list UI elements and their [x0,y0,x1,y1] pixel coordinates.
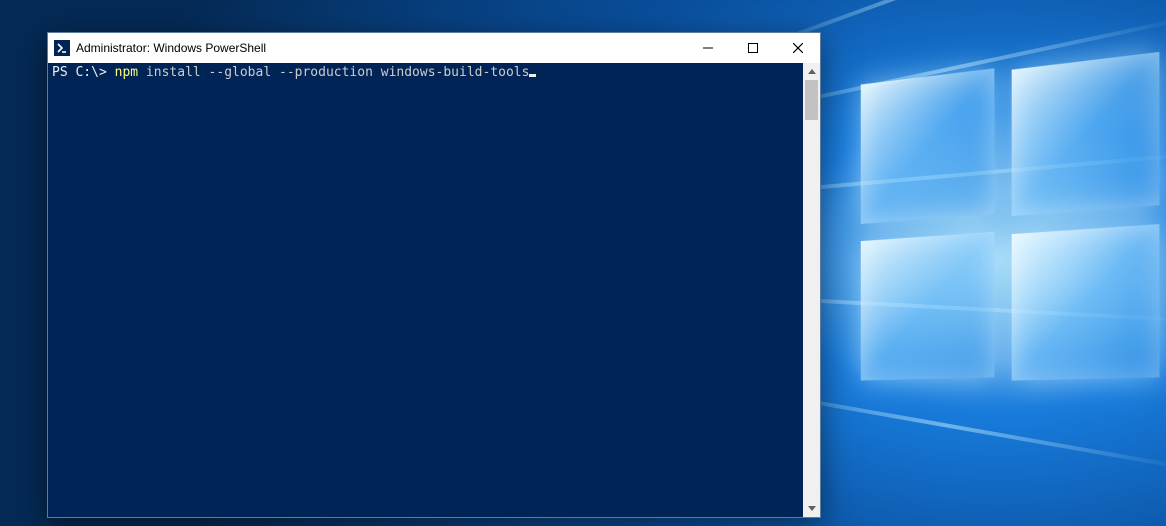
terminal-area[interactable]: PS C:\> npm install --global --productio… [48,63,803,517]
scroll-down-icon[interactable] [803,500,820,517]
scroll-up-icon[interactable] [803,63,820,80]
vertical-scrollbar[interactable] [803,63,820,517]
titlebar[interactable]: Administrator: Windows PowerShell [48,33,820,63]
prompt-text: PS C:\> [52,65,115,80]
command-args: install --global --production windows-bu… [138,65,529,80]
window-controls [685,33,820,63]
window-title: Administrator: Windows PowerShell [76,41,266,55]
powershell-window: Administrator: Windows PowerShell PS C:\… [47,32,821,518]
close-button[interactable] [775,33,820,63]
maximize-button[interactable] [730,33,775,63]
windows-logo-icon [861,57,1160,382]
minimize-button[interactable] [685,33,730,63]
command-text: npm [115,65,138,80]
scrollbar-thumb[interactable] [805,80,818,120]
scrollbar-track[interactable] [803,80,820,500]
cursor-icon [529,74,536,77]
powershell-icon [54,40,70,56]
command-line: PS C:\> npm install --global --productio… [52,65,799,80]
